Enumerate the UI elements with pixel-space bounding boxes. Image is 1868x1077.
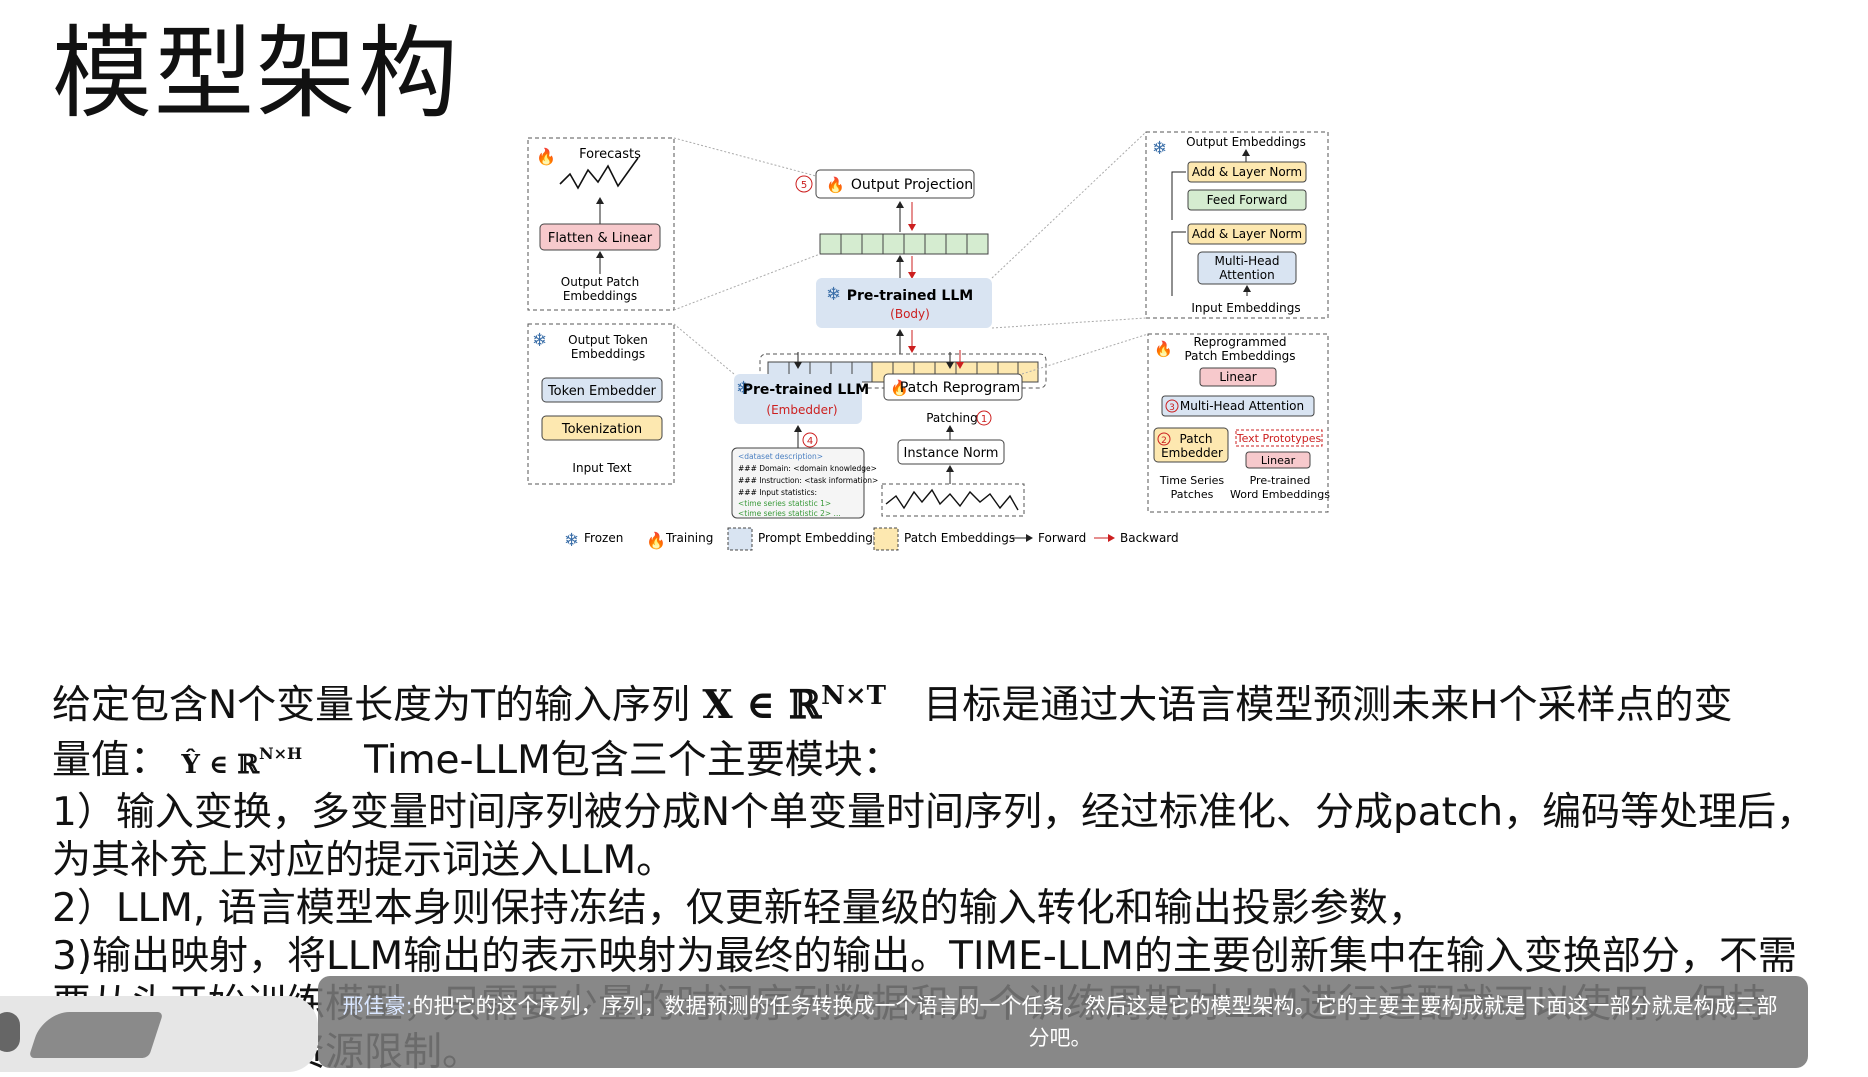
player-dot[interactable] <box>0 1012 20 1052</box>
patching-label: Patching <box>926 411 978 425</box>
output-embedding-strip <box>819 233 989 255</box>
fire-icon: 🔥 <box>646 531 666 550</box>
legend-forward: Forward <box>1038 531 1086 545</box>
forecast-line <box>559 157 639 190</box>
step5-badge: 5 <box>801 180 807 191</box>
input-text-label: Input Text <box>572 461 631 475</box>
input-embeddings-label: Input Embeddings <box>1191 301 1300 315</box>
body-line-6: 3)输出映射，将LLM输出的表示映射为最终的输出。TIME-LLM的主要创新集中… <box>52 934 1797 979</box>
mha-full-label: Multi-Head Attention <box>1180 399 1304 413</box>
slide-title: 模型架构 <box>52 15 460 132</box>
svg-text:<dataset description>: <dataset description> <box>738 452 823 461</box>
flatten-linear-label: Flatten & Linear <box>548 231 653 246</box>
step2-badge: 2 <box>1161 436 1167 446</box>
time-series-label-1: Time Series <box>1159 474 1225 487</box>
pretrained-word-label-1: Pre-trained <box>1250 474 1311 487</box>
fire-icon: 🔥 <box>536 147 556 166</box>
step1-badge: 1 <box>981 414 987 425</box>
legend-prompt: Prompt Embeddings <box>758 531 879 545</box>
fire-icon: 🔥 <box>1154 340 1173 358</box>
svg-text:<time series statistic 1>: <time series statistic 1> <box>738 499 831 508</box>
forecasts-label: Forecasts <box>579 147 641 162</box>
snowflake-icon: ❄ <box>826 284 841 305</box>
svg-text:### Domain: <domain knowledge>: ### Domain: <domain knowledge> <box>738 464 877 473</box>
legend-training: Training <box>665 531 713 545</box>
patch-embedder-label-1: Patch <box>1180 432 1213 446</box>
legend: ❄ Frozen 🔥 Training Prompt Embeddings Pa… <box>564 527 1179 551</box>
embedder-label: (Embedder) <box>766 403 837 417</box>
instance-norm-label: Instance Norm <box>904 446 999 461</box>
feed-forward-label: Feed Forward <box>1207 193 1288 207</box>
body-label: (Body) <box>890 307 930 321</box>
architecture-figure: 🔥 Forecasts Flatten & Linear Output Patc… <box>520 128 1380 648</box>
caption-text: 的把它的这个序列，序列，数据预测的任务转换成一个语言的一个任务。然后这是它的模型… <box>412 994 1778 1050</box>
subtitle-caption: 邢佳豪:的把它的这个序列，序列，数据预测的任务转换成一个语言的一个任务。然后这是… <box>318 976 1808 1068</box>
legend-patch: Patch Embeddings <box>904 531 1015 545</box>
svg-text:### Instruction: <task informa: ### Instruction: <task information> <box>738 476 878 485</box>
output-projection-label: Output Projection <box>851 177 973 193</box>
body-line-4: 为其补充上对应的提示词送入LLM。 <box>52 838 676 883</box>
output-embeddings-label: Output Embeddings <box>1186 135 1306 149</box>
snowflake-icon: ❄ <box>532 330 547 351</box>
player-shape[interactable] <box>28 1012 164 1058</box>
legend-frozen: Frozen <box>584 531 623 545</box>
input-series-line <box>885 488 1019 511</box>
fire-icon: 🔥 <box>826 176 845 194</box>
add-layer-norm-label: Add & Layer Norm <box>1192 165 1302 179</box>
snowflake-icon: ❄ <box>564 530 579 551</box>
pretrained-llm-body-label: Pre-trained LLM <box>847 288 973 304</box>
reprogrammed-label-2: Patch Embeddings <box>1184 349 1295 363</box>
linear-label-2: Linear <box>1261 454 1296 467</box>
body-line-3: 1）输入变换，多变量时间序列被分成N个单变量时间序列，经过标准化、分成patch… <box>52 790 1816 835</box>
pretrained-word-label-2: Word Embeddings <box>1230 488 1330 501</box>
body-line-5: 2）LLM, 语言模型本身则保持冻结，仅更新轻量级的输入转化和输出投影参数， <box>52 886 1427 931</box>
body-line-2: 量值： Ŷ ∈ ℝN×H Time-LLM包含三个主要模块： <box>52 738 902 783</box>
reprogrammed-label-1: Reprogrammed <box>1193 335 1286 349</box>
tokenization-label: Tokenization <box>561 422 642 437</box>
text-prototypes-label: Text Prototypes <box>1236 432 1322 445</box>
output-token-label-2: Embeddings <box>571 347 645 361</box>
linear-label: Linear <box>1219 370 1256 384</box>
token-embedder-label: Token Embedder <box>547 384 657 399</box>
body-line-1: 给定包含N个变量长度为T的输入序列 X ∈ ℝN×T 目标是通过大语言模型预测未… <box>52 681 1733 728</box>
add-layer-norm-label-2: Add & Layer Norm <box>1192 227 1302 241</box>
svg-text:<time series statistic 2> ...: <time series statistic 2> ... <box>738 509 841 518</box>
output-patch-label-1: Output Patch <box>561 275 639 289</box>
output-token-label-1: Output Token <box>568 333 648 347</box>
mha-label-2: Attention <box>1219 268 1274 282</box>
patch-reprogram-label: Patch Reprogram <box>900 380 1020 396</box>
snowflake-icon: ❄ <box>1152 138 1167 159</box>
legend-backward: Backward <box>1120 531 1179 545</box>
mha-label-1: Multi-Head <box>1214 254 1279 268</box>
time-series-label-2: Patches <box>1171 488 1214 501</box>
pretrained-llm-embedder-label: Pre-trained LLM <box>743 382 869 398</box>
output-patch-label-2: Embeddings <box>563 289 637 303</box>
caption-speaker: 邢佳豪: <box>342 994 413 1018</box>
svg-text:### Input statistics:: ### Input statistics: <box>738 488 817 497</box>
math-y: Ŷ ∈ ℝ <box>181 750 259 780</box>
math-x: X ∈ ℝ <box>702 682 822 728</box>
step4-badge: 4 <box>807 436 813 447</box>
step3-badge: 3 <box>1169 403 1175 413</box>
patch-embedder-label-2: Embedder <box>1161 446 1223 460</box>
